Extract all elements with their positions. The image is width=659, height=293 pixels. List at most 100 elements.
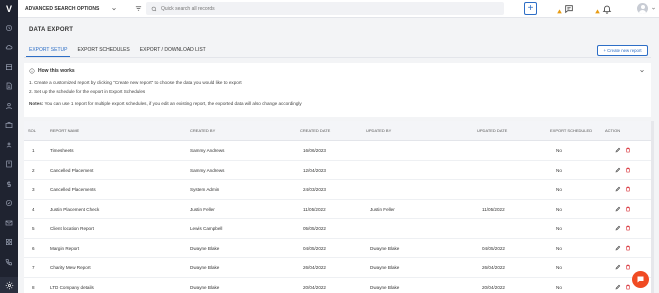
mail-icon[interactable] <box>0 213 18 233</box>
row-sl: 6 <box>32 245 35 251</box>
chevron-down-icon[interactable] <box>639 68 645 74</box>
edit-icon[interactable] <box>615 147 621 153</box>
table-row[interactable]: 4 Justin Placement Check Justin Feller 11/0… <box>24 200 651 219</box>
grid-icon[interactable] <box>0 233 18 253</box>
header-updated-date[interactable]: UPDATED DATE <box>477 128 507 133</box>
row-updated-by: Justin Feller <box>370 206 395 212</box>
calendar-icon[interactable] <box>0 57 18 77</box>
filter-button[interactable] <box>132 2 145 15</box>
table-row[interactable]: 7 Charity Mew Report Dwayne Blake 26/04/202… <box>24 258 651 278</box>
row-created-by: Sammy Andrews <box>190 167 225 173</box>
row-created-by: Sammy Andrews <box>190 148 225 153</box>
row-export-scheduled: No <box>556 167 562 173</box>
table-row[interactable]: 3 Cancelled Placements System Admin 24/03/2… <box>24 180 651 200</box>
delete-icon[interactable] <box>625 284 631 290</box>
table-row[interactable]: 5 Client location Report Lewis Campbell 05/… <box>24 219 651 239</box>
edit-icon[interactable] <box>615 264 621 270</box>
delete-icon[interactable] <box>625 186 631 192</box>
row-report-name[interactable]: LTD Company details <box>50 285 94 290</box>
row-updated-by: Dwayne Blake <box>370 245 400 251</box>
advanced-search-label: ADVANCED SEARCH OPTIONS <box>25 5 100 12</box>
document-icon[interactable] <box>0 77 18 97</box>
filter-icon <box>135 6 142 11</box>
table-scrollbar[interactable] <box>651 121 654 293</box>
row-report-name[interactable]: Cancelled Placements <box>50 187 96 192</box>
row-export-scheduled: No <box>556 265 562 270</box>
delete-icon[interactable] <box>625 147 631 153</box>
history-icon[interactable] <box>0 18 18 38</box>
table-row[interactable]: 2 Cancelled Placement Sammy Andrews 12/04/2… <box>24 161 651 180</box>
edit-icon[interactable] <box>615 167 621 173</box>
quick-search-input[interactable] <box>161 5 461 12</box>
phone-icon[interactable] <box>0 252 18 272</box>
cloud-icon[interactable] <box>0 38 18 58</box>
header-created-by[interactable]: CREATED BY <box>190 128 215 133</box>
header-action: ACTION <box>605 128 621 133</box>
row-created-date: 20/04/2022 <box>303 284 326 290</box>
sidebar-icon-list <box>0 18 18 291</box>
edit-icon[interactable] <box>615 206 621 212</box>
header-sl: SOL <box>28 128 37 133</box>
user-icon[interactable] <box>0 96 18 116</box>
left-sidebar: V <box>0 0 18 293</box>
chat-bubble-icon <box>564 4 573 13</box>
row-report-name[interactable]: Client location Report <box>50 226 94 231</box>
delete-icon[interactable] <box>625 206 631 212</box>
row-created-by: Lewis Campbell <box>190 226 223 231</box>
edit-icon[interactable] <box>615 186 621 192</box>
row-created-date: 05/05/2022 <box>303 226 326 231</box>
header-updated-by[interactable]: UPDATED BY <box>366 128 391 133</box>
edit-icon[interactable] <box>615 245 621 251</box>
delete-icon[interactable] <box>625 225 631 231</box>
edit-icon[interactable] <box>615 225 621 231</box>
row-report-name[interactable]: Margin Report <box>50 246 79 251</box>
top-bar: ADVANCED SEARCH OPTIONS + <box>18 0 659 18</box>
tab-export-download-list[interactable]: EXPORT / DOWNLOAD LIST <box>137 43 209 57</box>
delete-icon[interactable] <box>625 264 631 270</box>
row-export-scheduled: No <box>556 187 562 192</box>
row-export-scheduled: No <box>556 226 562 231</box>
table-row[interactable]: 1 Timesheets Sammy Andrews 16/06/2023 No <box>24 141 651 161</box>
clock-icon[interactable] <box>0 194 18 214</box>
row-report-name[interactable]: Charity Mew Report <box>50 265 91 270</box>
table-row[interactable]: 6 Margin Report Dwayne Blake 04/05/2022 Dway… <box>24 239 651 258</box>
advanced-search-dropdown[interactable]: ADVANCED SEARCH OPTIONS <box>18 0 128 18</box>
notes-label: Notes: <box>29 101 44 106</box>
user-avatar[interactable] <box>637 3 648 14</box>
row-sl: 7 <box>32 265 35 270</box>
edit-icon[interactable] <box>615 284 621 290</box>
page-title: DATA EXPORT <box>29 27 74 33</box>
how-this-works-toggle[interactable]: How this works <box>29 68 75 74</box>
row-sl: 2 <box>32 167 35 173</box>
building-icon[interactable] <box>0 155 18 175</box>
dollar-icon[interactable] <box>0 174 18 194</box>
row-created-by: Dwayne Blake <box>190 245 220 251</box>
briefcase-icon[interactable] <box>0 116 18 136</box>
row-report-name[interactable]: Timesheets <box>50 148 74 153</box>
row-export-scheduled: No <box>556 284 562 290</box>
messages-button[interactable] <box>563 3 574 14</box>
table-row[interactable]: 8 LTD Company details Dwayne Blake 20/04/20… <box>24 278 651 293</box>
header-report-name[interactable]: REPORT NAME <box>50 128 79 133</box>
tab-export-schedules[interactable]: EXPORT SCHEDULES <box>74 43 132 57</box>
settings-icon[interactable] <box>0 277 18 293</box>
row-updated-date: 20/04/2022 <box>482 284 505 290</box>
app-logo[interactable]: V <box>0 0 18 18</box>
notifications-button[interactable] <box>601 3 612 14</box>
chevron-down-icon[interactable] <box>651 6 656 11</box>
create-new-report-button[interactable]: + Create new report <box>597 45 648 56</box>
header-export-scheduled[interactable]: EXPORT SCHEDULED <box>550 128 592 133</box>
row-created-date: 26/04/2022 <box>303 265 326 270</box>
row-sl: 5 <box>32 226 35 231</box>
reports-table: SOL REPORT NAME CREATED BY CREATED DATE … <box>24 121 651 293</box>
delete-icon[interactable] <box>625 245 631 251</box>
contact-icon[interactable] <box>0 135 18 155</box>
row-report-name[interactable]: Justin Placement Check <box>50 207 99 212</box>
chat-widget-button[interactable] <box>632 271 649 288</box>
row-report-name[interactable]: Cancelled Placement <box>50 168 93 173</box>
tab-export-setup[interactable]: EXPORT SETUP <box>26 43 71 57</box>
delete-icon[interactable] <box>625 167 631 173</box>
add-new-button[interactable]: + <box>524 2 537 15</box>
row-updated-by: Dwayne Blake <box>370 265 400 270</box>
header-created-date[interactable]: CREATED DATE <box>300 128 330 133</box>
